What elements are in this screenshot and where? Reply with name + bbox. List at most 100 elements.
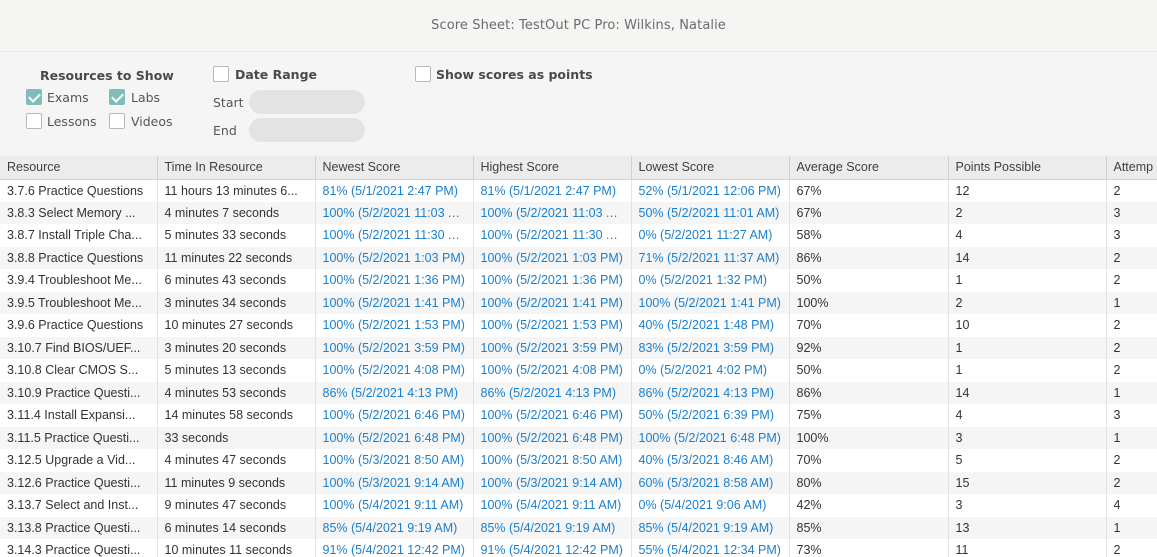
newest-score-link[interactable]: 86% (5/2/2021 4:13 PM) xyxy=(315,381,474,404)
table-row[interactable]: 3.11.4 Install Expansi... 14 minutes 58 s… xyxy=(0,404,1157,427)
table-row[interactable]: 3.8.7 Install Triple Cha... 5 minutes 33 … xyxy=(0,224,1157,247)
newest-score-link[interactable]: 100% (5/2/2021 11:03 AM xyxy=(315,201,474,224)
exams-label[interactable]: Exams xyxy=(47,90,89,105)
highest-score-link[interactable]: 100% (5/2/2021 4:08 PM) xyxy=(473,359,632,382)
end-date-input[interactable] xyxy=(249,118,365,142)
show-points-checkbox[interactable] xyxy=(415,66,431,82)
table-row[interactable]: 3.10.8 Clear CMOS S... 5 minutes 13 secon… xyxy=(0,359,1157,382)
lowest-score-link[interactable]: 100% (5/2/2021 6:48 PM) xyxy=(631,426,790,449)
average-score-cell: 85% xyxy=(789,516,949,539)
time-cell: 3 minutes 20 seconds xyxy=(157,336,316,359)
time-cell: 10 minutes 27 seconds xyxy=(157,314,316,337)
lowest-score-link[interactable]: 100% (5/2/2021 1:41 PM) xyxy=(631,291,790,314)
lowest-score-link[interactable]: 40% (5/2/2021 1:48 PM) xyxy=(631,314,790,337)
highest-score-link[interactable]: 100% (5/2/2021 11:30 AM xyxy=(473,224,632,247)
labs-checkbox[interactable] xyxy=(109,89,125,105)
average-score-cell: 50% xyxy=(789,269,949,292)
newest-score-link[interactable]: 100% (5/2/2021 6:48 PM) xyxy=(315,426,474,449)
lowest-score-link[interactable]: 0% (5/2/2021 11:27 AM) xyxy=(631,224,790,247)
highest-score-link[interactable]: 85% (5/4/2021 9:19 AM) xyxy=(473,516,632,539)
resource-cell: 3.11.4 Install Expansi... xyxy=(0,404,158,427)
highest-score-link[interactable]: 81% (5/1/2021 2:47 PM) xyxy=(473,179,632,202)
table-row[interactable]: 3.9.4 Troubleshoot Me... 6 minutes 43 sec… xyxy=(0,269,1157,292)
lowest-score-link[interactable]: 71% (5/2/2021 11:37 AM) xyxy=(631,246,790,269)
newest-score-link[interactable]: 100% (5/2/2021 3:59 PM) xyxy=(315,336,474,359)
average-score-cell: 67% xyxy=(789,179,949,202)
lowest-score-link[interactable]: 85% (5/4/2021 9:19 AM) xyxy=(631,516,790,539)
newest-score-link[interactable]: 100% (5/2/2021 11:30 AM xyxy=(315,224,474,247)
time-cell: 10 minutes 11 seconds xyxy=(157,539,316,557)
lowest-score-link[interactable]: 0% (5/4/2021 9:06 AM) xyxy=(631,494,790,517)
newest-score-link[interactable]: 100% (5/2/2021 1:53 PM) xyxy=(315,314,474,337)
column-header[interactable]: Time In Resource xyxy=(157,156,316,180)
column-header[interactable]: Resource xyxy=(0,156,158,180)
date-range-label[interactable]: Date Range xyxy=(235,67,317,82)
lowest-score-link[interactable]: 40% (5/3/2021 8:46 AM) xyxy=(631,449,790,472)
newest-score-link[interactable]: 100% (5/4/2021 9:11 AM) xyxy=(315,494,474,517)
table-row[interactable]: 3.13.8 Practice Questi... 6 minutes 14 se… xyxy=(0,516,1157,539)
table-row[interactable]: 3.7.6 Practice Questions 11 hours 13 minu… xyxy=(0,179,1157,202)
table-row[interactable]: 3.10.9 Practice Questi... 4 minutes 53 se… xyxy=(0,381,1157,404)
highest-score-link[interactable]: 100% (5/3/2021 9:14 AM) xyxy=(473,471,632,494)
lowest-score-link[interactable]: 0% (5/2/2021 4:02 PM) xyxy=(631,359,790,382)
title-bar: Score Sheet: TestOut PC Pro: Wilkins, Na… xyxy=(0,0,1157,52)
labs-label[interactable]: Labs xyxy=(131,90,160,105)
start-date-input[interactable] xyxy=(249,90,365,114)
column-header[interactable]: Highest Score xyxy=(473,156,632,180)
lowest-score-link[interactable]: 50% (5/2/2021 11:01 AM) xyxy=(631,201,790,224)
table-row[interactable]: 3.10.7 Find BIOS/UEF... 3 minutes 20 seco… xyxy=(0,336,1157,359)
highest-score-link[interactable]: 100% (5/2/2021 1:36 PM) xyxy=(473,269,632,292)
highest-score-link[interactable]: 100% (5/2/2021 1:41 PM) xyxy=(473,291,632,314)
newest-score-link[interactable]: 100% (5/2/2021 1:03 PM) xyxy=(315,246,474,269)
newest-score-link[interactable]: 100% (5/2/2021 1:41 PM) xyxy=(315,291,474,314)
highest-score-link[interactable]: 100% (5/2/2021 1:03 PM) xyxy=(473,246,632,269)
videos-checkbox[interactable] xyxy=(109,113,125,129)
newest-score-link[interactable]: 91% (5/4/2021 12:42 PM) xyxy=(315,539,474,557)
highest-score-link[interactable]: 86% (5/2/2021 4:13 PM) xyxy=(473,381,632,404)
column-header[interactable]: Average Score xyxy=(789,156,949,180)
highest-score-link[interactable]: 91% (5/4/2021 12:42 PM) xyxy=(473,539,632,557)
lowest-score-link[interactable]: 55% (5/4/2021 12:34 PM) xyxy=(631,539,790,557)
lowest-score-link[interactable]: 0% (5/2/2021 1:32 PM) xyxy=(631,269,790,292)
table-row[interactable]: 3.8.8 Practice Questions 11 minutes 22 se… xyxy=(0,246,1157,269)
newest-score-link[interactable]: 100% (5/2/2021 1:36 PM) xyxy=(315,269,474,292)
table-row[interactable]: 3.13.7 Select and Inst... 9 minutes 47 se… xyxy=(0,494,1157,517)
end-label: End xyxy=(213,123,237,138)
videos-label[interactable]: Videos xyxy=(131,114,173,129)
table-row[interactable]: 3.12.6 Practice Questi... 11 minutes 9 se… xyxy=(0,471,1157,494)
column-header[interactable]: Lowest Score xyxy=(631,156,790,180)
table-row[interactable]: 3.9.6 Practice Questions 10 minutes 27 se… xyxy=(0,314,1157,337)
highest-score-link[interactable]: 100% (5/2/2021 11:03 AM xyxy=(473,201,632,224)
highest-score-link[interactable]: 100% (5/2/2021 1:53 PM) xyxy=(473,314,632,337)
column-header[interactable]: Attemp xyxy=(1106,156,1157,180)
newest-score-link[interactable]: 81% (5/1/2021 2:47 PM) xyxy=(315,179,474,202)
highest-score-link[interactable]: 100% (5/2/2021 6:46 PM) xyxy=(473,404,632,427)
table-row[interactable]: 3.11.5 Practice Questi... 33 seconds 100% … xyxy=(0,426,1157,449)
newest-score-link[interactable]: 85% (5/4/2021 9:19 AM) xyxy=(315,516,474,539)
table-row[interactable]: 3.9.5 Troubleshoot Me... 3 minutes 34 sec… xyxy=(0,291,1157,314)
highest-score-link[interactable]: 100% (5/4/2021 9:11 AM) xyxy=(473,494,632,517)
lowest-score-link[interactable]: 60% (5/3/2021 8:58 AM) xyxy=(631,471,790,494)
column-header[interactable]: Newest Score xyxy=(315,156,474,180)
lessons-label[interactable]: Lessons xyxy=(47,114,97,129)
exams-checkbox[interactable] xyxy=(26,89,42,105)
show-points-label[interactable]: Show scores as points xyxy=(436,67,593,82)
highest-score-link[interactable]: 100% (5/2/2021 3:59 PM) xyxy=(473,336,632,359)
newest-score-link[interactable]: 100% (5/2/2021 4:08 PM) xyxy=(315,359,474,382)
highest-score-link[interactable]: 100% (5/2/2021 6:48 PM) xyxy=(473,426,632,449)
lessons-checkbox[interactable] xyxy=(26,113,42,129)
lowest-score-link[interactable]: 50% (5/2/2021 6:39 PM) xyxy=(631,404,790,427)
highest-score-link[interactable]: 100% (5/3/2021 8:50 AM) xyxy=(473,449,632,472)
newest-score-link[interactable]: 100% (5/2/2021 6:46 PM) xyxy=(315,404,474,427)
lowest-score-link[interactable]: 52% (5/1/2021 12:06 PM) xyxy=(631,179,790,202)
newest-score-link[interactable]: 100% (5/3/2021 8:50 AM) xyxy=(315,449,474,472)
lowest-score-link[interactable]: 83% (5/2/2021 3:59 PM) xyxy=(631,336,790,359)
date-range-checkbox[interactable] xyxy=(213,66,229,82)
column-header[interactable]: Points Possible xyxy=(948,156,1107,180)
table-row[interactable]: 3.8.3 Select Memory ... 4 minutes 7 secon… xyxy=(0,201,1157,224)
newest-score-link[interactable]: 100% (5/3/2021 9:14 AM) xyxy=(315,471,474,494)
table-row[interactable]: 3.14.3 Practice Questi... 10 minutes 11 s… xyxy=(0,539,1157,557)
lowest-score-link[interactable]: 86% (5/2/2021 4:13 PM) xyxy=(631,381,790,404)
table-row[interactable]: 3.12.5 Upgrade a Vid... 4 minutes 47 seco… xyxy=(0,449,1157,472)
average-score-cell: 100% xyxy=(789,426,949,449)
